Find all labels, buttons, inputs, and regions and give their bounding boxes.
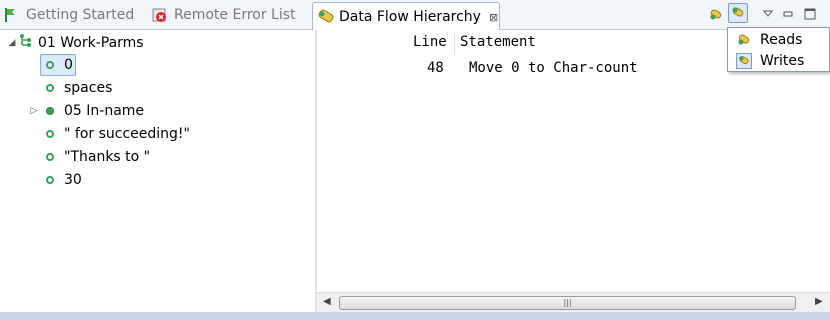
- status-strip: [0, 312, 830, 320]
- column-header-line[interactable]: Line: [413, 34, 447, 50]
- tab-getting-started[interactable]: Getting Started: [4, 0, 144, 29]
- scrollbar-grip: |||: [563, 298, 572, 307]
- tree-item-root[interactable]: ◢ 01 Work-Parms: [6, 32, 144, 54]
- tree-item-label: 01 Work-Parms: [38, 35, 144, 51]
- statement-cell: Move 0 to Char-count: [469, 60, 638, 76]
- tree-item[interactable]: "Thanks to ": [46, 146, 150, 168]
- close-tab-icon[interactable]: ⊠: [489, 11, 498, 24]
- menu-item-writes[interactable]: Writes: [728, 50, 829, 71]
- line-cell: 48: [427, 60, 444, 76]
- tree-item[interactable]: 0: [46, 54, 73, 76]
- scroll-left-icon[interactable]: ◀: [323, 296, 331, 307]
- scroll-right-icon[interactable]: ▶: [815, 296, 823, 307]
- menu-item-label: Reads: [760, 31, 803, 48]
- hierarchy-mode-menu: Reads Writes: [727, 27, 830, 72]
- flag-icon: [4, 7, 22, 23]
- tab-label: Remote Error List: [174, 6, 296, 23]
- variable-node-icon: [46, 130, 54, 138]
- error-list-icon: [152, 7, 170, 23]
- variable-node-icon: [46, 61, 54, 69]
- tree-item-label: 30: [64, 172, 82, 188]
- tree-item-label: "Thanks to ": [64, 149, 151, 165]
- editor-tab-bar: Getting Started Remote Error List Data F…: [0, 0, 830, 31]
- tab-label: Data Flow Hierarchy: [339, 9, 481, 25]
- group-node-icon: [18, 33, 38, 53]
- variable-node-icon: [46, 176, 54, 184]
- horizontal-scrollbar[interactable]: ◀ ||| ▶: [317, 292, 830, 313]
- writes-toolbar-button[interactable]: [728, 3, 748, 23]
- tab-remote-error-list[interactable]: Remote Error List: [152, 0, 302, 29]
- expanded-arrow-icon[interactable]: ◢: [6, 38, 18, 48]
- tree-item[interactable]: spaces: [46, 77, 112, 99]
- menu-item-reads[interactable]: Reads: [728, 29, 829, 50]
- tree-item-label: " for succeeding!": [64, 126, 190, 142]
- variable-node-icon: [46, 84, 54, 92]
- column-separator[interactable]: [454, 33, 455, 55]
- writes-icon: [732, 7, 744, 17]
- column-header-statement[interactable]: Statement: [460, 34, 536, 50]
- view-menu-icon[interactable]: [758, 4, 778, 24]
- menu-item-label: Writes: [760, 52, 805, 69]
- tree-item[interactable]: ▷ 05 In-name: [28, 100, 145, 122]
- variable-node-icon: [46, 153, 54, 161]
- writes-icon: [736, 52, 752, 69]
- scrollbar-thumb[interactable]: |||: [339, 296, 796, 310]
- tree-item-label: 0: [64, 57, 73, 73]
- maximize-icon[interactable]: [800, 4, 820, 24]
- tree-item-label: spaces: [64, 80, 113, 96]
- data-flow-icon: [317, 9, 335, 25]
- tab-label: Getting Started: [26, 6, 135, 23]
- variable-node-icon: [46, 107, 54, 115]
- collapsed-arrow-icon[interactable]: ▷: [28, 106, 40, 116]
- reads-icon: [710, 9, 722, 20]
- reads-toolbar-button[interactable]: [706, 5, 726, 25]
- reads-icon: [736, 32, 752, 48]
- minimize-icon[interactable]: [778, 4, 798, 24]
- tab-data-flow-hierarchy[interactable]: Data Flow Hierarchy ⊠: [312, 2, 500, 31]
- tree-item-label: 05 In-name: [64, 103, 145, 119]
- tree-item[interactable]: 30: [46, 169, 82, 191]
- tree-item[interactable]: " for succeeding!": [46, 123, 190, 145]
